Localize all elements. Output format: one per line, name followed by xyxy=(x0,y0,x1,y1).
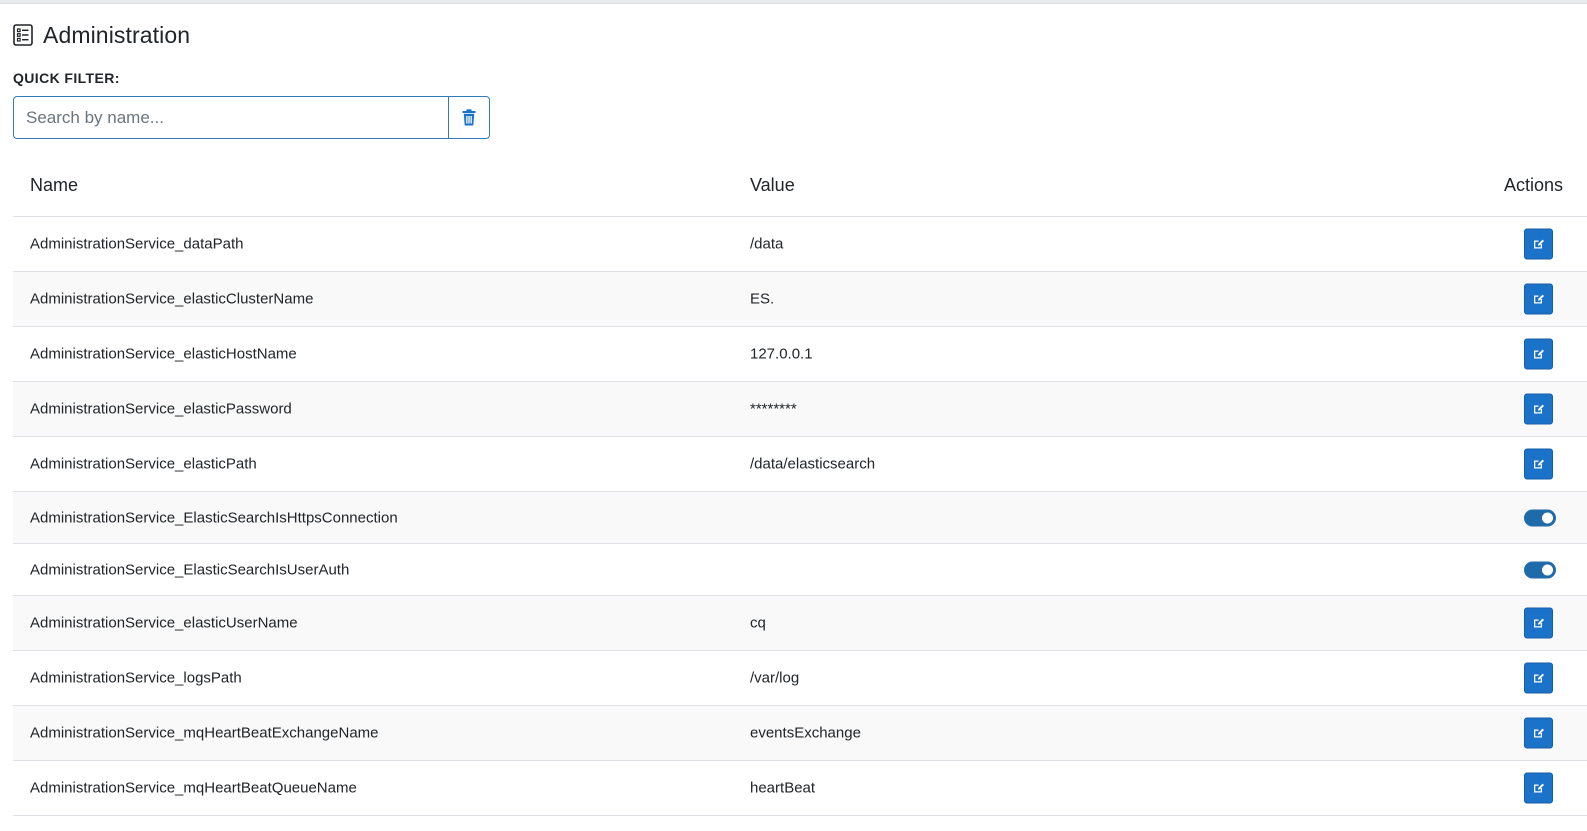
setting-name: AdministrationService_dataPath xyxy=(30,235,244,253)
setting-value: 127.0.0.1 xyxy=(750,345,813,363)
setting-toggle[interactable] xyxy=(1524,561,1556,578)
edit-icon xyxy=(1532,293,1545,306)
edit-icon xyxy=(1532,348,1545,361)
setting-value: /var/log xyxy=(750,669,800,687)
page-title: Administration xyxy=(43,21,191,48)
column-header-actions: Actions xyxy=(1503,175,1563,195)
search-input[interactable] xyxy=(13,96,448,139)
setting-value: ******** xyxy=(750,400,797,418)
edit-icon xyxy=(1532,458,1545,471)
setting-value: /data/elasticsearch xyxy=(750,455,876,473)
setting-name: AdministrationService_mqHeartBeatQueueNa… xyxy=(30,779,357,797)
toggle-knob xyxy=(1542,512,1553,523)
edit-button[interactable] xyxy=(1524,448,1553,480)
setting-value: heartBeat xyxy=(750,779,816,797)
table-header: Name Value Actions xyxy=(13,155,1587,217)
table-row: AdministrationService_mqHeartBeatExchang… xyxy=(13,706,1587,761)
edit-button[interactable] xyxy=(1524,717,1553,749)
table-row: AdministrationService_elasticPath/data/e… xyxy=(13,437,1587,492)
table-row: AdministrationService_mqHeartBeatQueueNa… xyxy=(13,761,1587,816)
edit-icon xyxy=(1532,617,1545,630)
table-row: AdministrationService_elasticPassword ***… xyxy=(13,382,1587,437)
setting-value: cq xyxy=(750,614,766,632)
table-row: AdministrationService_elasticUserName cq xyxy=(13,596,1587,651)
column-header-name[interactable]: Name xyxy=(30,175,78,196)
edit-button[interactable] xyxy=(1524,228,1553,260)
setting-name: AdministrationService_ElasticSearchIsHtt… xyxy=(30,509,398,526)
trash-icon xyxy=(462,109,476,126)
edit-button[interactable] xyxy=(1524,607,1553,639)
edit-button[interactable] xyxy=(1524,772,1553,804)
setting-value: eventsExchange xyxy=(750,724,861,742)
edit-button[interactable] xyxy=(1524,338,1553,370)
setting-value: /data xyxy=(750,235,784,253)
edit-icon xyxy=(1532,238,1545,251)
clear-filter-button[interactable] xyxy=(448,96,490,139)
setting-name: AdministrationService_elasticClusterName xyxy=(30,290,314,308)
setting-name: AdministrationService_elasticPassword xyxy=(30,400,292,418)
top-divider xyxy=(0,0,1587,4)
quick-filter-group xyxy=(13,96,490,139)
setting-name: AdministrationService_logsPath xyxy=(30,669,242,687)
table-row: AdministrationService_ElasticSearchIsHtt… xyxy=(13,492,1587,544)
setting-name: AdministrationService_elasticUserName xyxy=(30,614,298,632)
settings-table: Name Value Actions AdministrationService… xyxy=(13,155,1587,816)
setting-name: AdministrationService_elasticPath xyxy=(30,455,257,473)
edit-button[interactable] xyxy=(1524,283,1553,315)
quick-filter-label: QUICK FILTER: xyxy=(13,70,120,86)
edit-icon xyxy=(1532,672,1545,685)
edit-icon xyxy=(1532,727,1545,740)
setting-name: AdministrationService_elasticHostName xyxy=(30,345,297,363)
setting-value: ES. xyxy=(750,290,775,308)
table-row: AdministrationService_elasticHostName 127… xyxy=(13,327,1587,382)
table-row: AdministrationService_logsPath/var/log xyxy=(13,651,1587,706)
edit-button[interactable] xyxy=(1524,662,1553,694)
edit-icon xyxy=(1532,403,1545,416)
toggle-knob xyxy=(1542,564,1553,575)
page-header: Administration xyxy=(13,20,190,50)
column-header-value[interactable]: Value xyxy=(750,175,795,196)
setting-name: AdministrationService_mqHeartBeatExchang… xyxy=(30,724,379,742)
list-checklist-icon xyxy=(13,24,33,46)
table-body: AdministrationService_dataPath/data Admin… xyxy=(13,217,1587,816)
edit-icon xyxy=(1532,782,1545,795)
table-row: AdministrationService_dataPath/data xyxy=(13,217,1587,272)
setting-name: AdministrationService_ElasticSearchIsUse… xyxy=(30,561,350,578)
table-row: AdministrationService_elasticClusterName… xyxy=(13,272,1587,327)
edit-button[interactable] xyxy=(1524,393,1553,425)
setting-toggle[interactable] xyxy=(1524,509,1556,526)
table-row: AdministrationService_ElasticSearchIsUse… xyxy=(13,544,1587,596)
